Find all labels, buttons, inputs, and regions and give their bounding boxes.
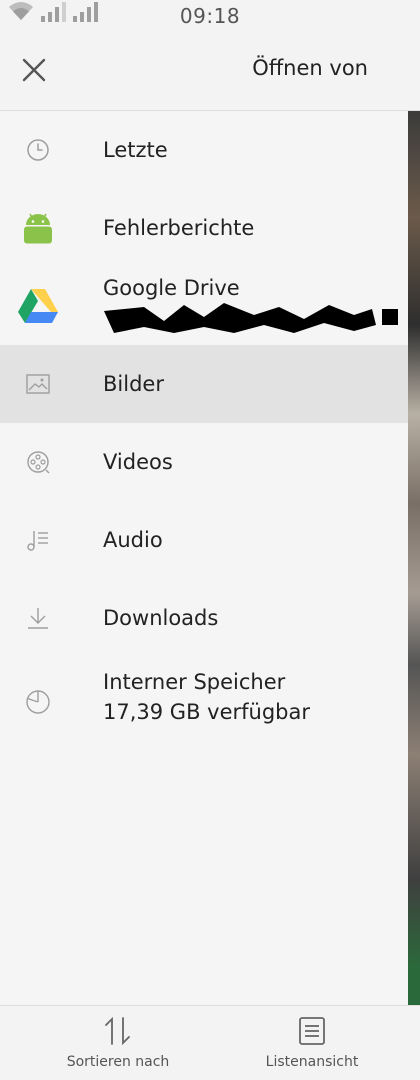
sort-label: Sortieren nach [66,1054,170,1070]
drawer-item-interner-speicher[interactable]: Interner Speicher 17,39 GB verfügbar [0,657,408,747]
file-picker-screen: 09:18 Öffnen von Letzte Fehlerberichte G… [0,0,420,1080]
clock-icon [20,132,56,168]
header: Öffnen von [0,30,420,111]
background-content-strip [408,110,420,1005]
close-button[interactable] [14,50,54,90]
drawer-item-audio[interactable]: Audio [0,501,408,579]
drawer-item-label: Bilder [103,372,164,396]
drawer-item-downloads[interactable]: Downloads [0,579,408,657]
drawer-item-label: Interner Speicher [103,670,286,694]
page-title: Öffnen von [252,56,368,80]
film-reel-icon [20,444,56,480]
bottom-toolbar: Sortieren nach Listenansicht [0,1005,420,1080]
navigation-drawer: Letzte Fehlerberichte Google Drive Bilde… [0,111,408,1005]
drawer-item-label: Videos [103,450,173,474]
list-view-label: Listenansicht [265,1054,359,1070]
close-icon [22,58,46,82]
drawer-item-letzte[interactable]: Letzte [0,111,408,189]
status-bar: 09:18 [0,0,420,30]
sort-icon [105,1016,130,1046]
status-time: 09:18 [179,4,241,28]
drawer-item-label: Downloads [103,606,219,630]
music-note-icon [20,522,56,558]
drawer-item-label: Audio [103,528,163,552]
drawer-item-sublabel: 17,39 GB verfügbar [103,700,310,724]
drawer-item-google-drive[interactable]: Google Drive [0,267,408,345]
download-icon [20,600,56,636]
sort-button[interactable]: Sortieren nach [28,1016,208,1078]
list-view-button[interactable]: Listenansicht [222,1016,402,1078]
drawer-item-videos[interactable]: Videos [0,423,408,501]
drawer-item-label: Fehlerberichte [103,216,255,240]
image-icon [20,366,56,402]
drawer-item-label: Google Drive [103,276,240,300]
drawer-item-fehlerberichte[interactable]: Fehlerberichte [0,189,408,267]
android-icon [20,210,56,246]
storage-pie-icon [20,684,56,720]
drawer-item-bilder[interactable]: Bilder [0,345,408,423]
redaction-scribble [104,303,398,333]
drawer-item-label: Letzte [103,138,168,162]
list-view-icon [299,1017,325,1045]
google-drive-icon [18,286,58,326]
